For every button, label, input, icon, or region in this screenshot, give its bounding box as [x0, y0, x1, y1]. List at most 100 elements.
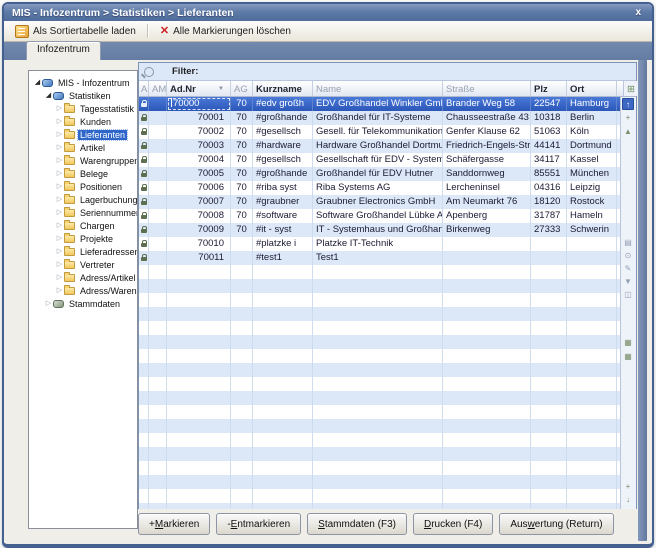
load-sort-table-button[interactable]: Als Sortiertabelle laden [8, 23, 143, 40]
scroll-top-icon[interactable]: ↑ [622, 98, 634, 110]
expand-arrow-icon[interactable]: ▷ [55, 208, 64, 217]
filter-row[interactable]: Filter: [139, 63, 636, 81]
lock-column-cell [139, 475, 149, 489]
folder-icon [64, 261, 75, 269]
table-row[interactable]: 70010#platzke iPlatzke IT-Technik [139, 237, 636, 251]
expand-arrow-icon[interactable]: ▷ [55, 247, 64, 256]
cell [149, 503, 167, 509]
cell [149, 209, 167, 223]
expand-arrow-icon[interactable]: ▷ [55, 221, 64, 230]
expand-arrow-icon[interactable]: ▷ [55, 156, 64, 165]
column-header-ag[interactable]: AG [231, 81, 253, 96]
markieren-button[interactable]: + Markieren [138, 513, 210, 535]
nav-prev-icon[interactable]: ▲ [622, 126, 634, 138]
expand-arrow-icon[interactable]: ▷ [55, 130, 64, 139]
tree-item-artikel[interactable]: ▷Artikel [29, 141, 137, 154]
column-chooser-icon[interactable]: ⊞ [623, 81, 638, 96]
table-row-empty [139, 335, 636, 349]
table-row[interactable]: 7000770#graubnerGraubner Electronics Gmb… [139, 195, 636, 209]
expand-arrow-icon[interactable]: ▷ [55, 117, 64, 126]
view-list-icon[interactable]: ▤ [622, 237, 634, 249]
expand-arrow-icon[interactable]: ▷ [55, 195, 64, 204]
tree-item-lieferanten[interactable]: ▷Lieferanten [29, 128, 137, 141]
cell [531, 503, 567, 509]
table-row[interactable]: 7000370#hardwareHardware Großhandel Dort… [139, 139, 636, 153]
close-icon[interactable]: x [632, 5, 644, 20]
table-row[interactable]: 70011#test1Test1 [139, 251, 636, 265]
nav-up-icon[interactable]: + [622, 112, 634, 124]
tab-infozentrum[interactable]: Infozentrum [26, 41, 101, 60]
scroll-bottom-icon[interactable]: ↓ [622, 494, 634, 506]
tree-item-kunden[interactable]: ▷Kunden [29, 115, 137, 128]
cell: 70 [231, 139, 253, 153]
column-header-a[interactable]: A [139, 81, 149, 96]
tree-item-positionen[interactable]: ▷Positionen [29, 180, 137, 193]
tree-item-seriennummern[interactable]: ▷ Seriennummern [29, 206, 137, 219]
tree-item-belege[interactable]: ▷Belege [29, 167, 137, 180]
cell [313, 335, 443, 349]
collapse-arrow-icon[interactable]: ◢ [44, 91, 53, 100]
stammdaten-f3-button[interactable]: Stammdaten (F3) [307, 513, 407, 535]
expand-arrow-icon[interactable]: ▷ [55, 182, 64, 191]
expand-arrow-icon[interactable]: ▷ [44, 299, 53, 308]
tree-item-lagerbuchungen[interactable]: ▷ Lagerbuchungen [29, 193, 137, 206]
note-icon[interactable]: ◫ [622, 289, 634, 301]
add-icon[interactable]: + [622, 481, 634, 493]
tree-item-mis-infozentrum[interactable]: ◢MIS - Infozentrum [29, 76, 137, 89]
app-icon [53, 92, 64, 100]
search-icon[interactable]: ⊙ [622, 250, 634, 262]
expand-arrow-icon[interactable]: ▷ [55, 260, 64, 269]
clear-marks-button[interactable]: ✕ Alle Markierungen löschen [153, 24, 298, 39]
table-icon[interactable]: ▦ [622, 337, 634, 349]
tree-item-stammdaten[interactable]: ▷Stammdaten [29, 297, 137, 310]
adnr-edit-cell[interactable]: 70000 [167, 97, 231, 111]
column-header-am[interactable]: AM [149, 81, 167, 96]
expand-arrow-icon[interactable]: ▷ [55, 273, 64, 282]
column-header-straße[interactable]: Straße [443, 81, 531, 96]
expand-arrow-icon[interactable]: ▷ [55, 169, 64, 178]
table-row-empty [139, 405, 636, 419]
tree-item-statistiken[interactable]: ◢Statistiken [29, 89, 137, 102]
table-alt-icon[interactable]: ▦ [622, 351, 634, 363]
cell: Software Großhandel Lübke AG [313, 209, 443, 223]
collapse-arrow-icon[interactable]: ◢ [33, 78, 42, 87]
cell [443, 293, 531, 307]
tree-item-lieferadressen[interactable]: ▷Lieferadressen [29, 245, 137, 258]
tree-item-adress-artikel[interactable]: ▷Adress/Artikel [29, 271, 137, 284]
cell: EDV Großhandel Winkler GmbH [313, 97, 443, 111]
expand-arrow-icon[interactable]: ▷ [55, 286, 64, 295]
cell [567, 461, 617, 475]
entmarkieren-button[interactable]: - Entmarkieren [216, 513, 301, 535]
tree-item-projekte[interactable]: ▷Projekte [29, 232, 137, 245]
column-header-ort[interactable]: Ort [567, 81, 617, 96]
auswertung-return-button[interactable]: Auswertung (Return) [499, 513, 613, 535]
table-row[interactable]: 7000270#gesellschGesell. für Telekommuni… [139, 125, 636, 139]
table-row[interactable]: 7000670#riba systRiba Systems AGLercheni… [139, 181, 636, 195]
column-header-kurzname[interactable]: Kurzname [253, 81, 313, 96]
tree-item-label: Lagerbuchungen [78, 195, 138, 205]
table-row[interactable]: 7000170#großhandeGroßhandel für IT-Syste… [139, 111, 636, 125]
expand-arrow-icon[interactable]: ▷ [55, 143, 64, 152]
column-header-ad-nr[interactable]: Ad.Nr▼ [167, 81, 231, 96]
column-header-name[interactable]: Name [313, 81, 443, 96]
tree-item-tagesstatistik[interactable]: ▷Tagesstatistik [29, 102, 137, 115]
table-row[interactable]: 7000570#großhandeGroßhandel für EDV Hutn… [139, 167, 636, 181]
table-row[interactable]: 7000970#it - systIT - Systemhaus und Gro… [139, 223, 636, 237]
table-row[interactable]: 7000070#edv großhEDV Großhandel Winkler … [139, 97, 636, 111]
edit-icon[interactable]: ✎ [622, 263, 634, 275]
column-header-plz[interactable]: Plz [531, 81, 567, 96]
filter-icon[interactable]: ▼ [622, 276, 634, 288]
expand-arrow-icon[interactable]: ▷ [55, 104, 64, 113]
drucken-f4-button[interactable]: Drucken (F4) [413, 513, 493, 535]
tree-item-chargen[interactable]: ▷Chargen [29, 219, 137, 232]
cell: Großhandel für IT-Systeme [313, 111, 443, 125]
expand-arrow-icon[interactable]: ▷ [55, 234, 64, 243]
tree-item-vertreter[interactable]: ▷Vertreter [29, 258, 137, 271]
folder-icon [64, 248, 75, 256]
tree-item-adress-warengruppen[interactable]: ▷Adress/Warengruppen [29, 284, 137, 297]
tree-item-label: Seriennummern [78, 208, 138, 218]
tree-item-warengruppen[interactable]: ▷Warengruppen [29, 154, 137, 167]
table-row[interactable]: 7000470#gesellschGesellschaft für EDV - … [139, 153, 636, 167]
folder-icon [64, 209, 75, 217]
table-row[interactable]: 7000870#softwareSoftware Großhandel Lübk… [139, 209, 636, 223]
